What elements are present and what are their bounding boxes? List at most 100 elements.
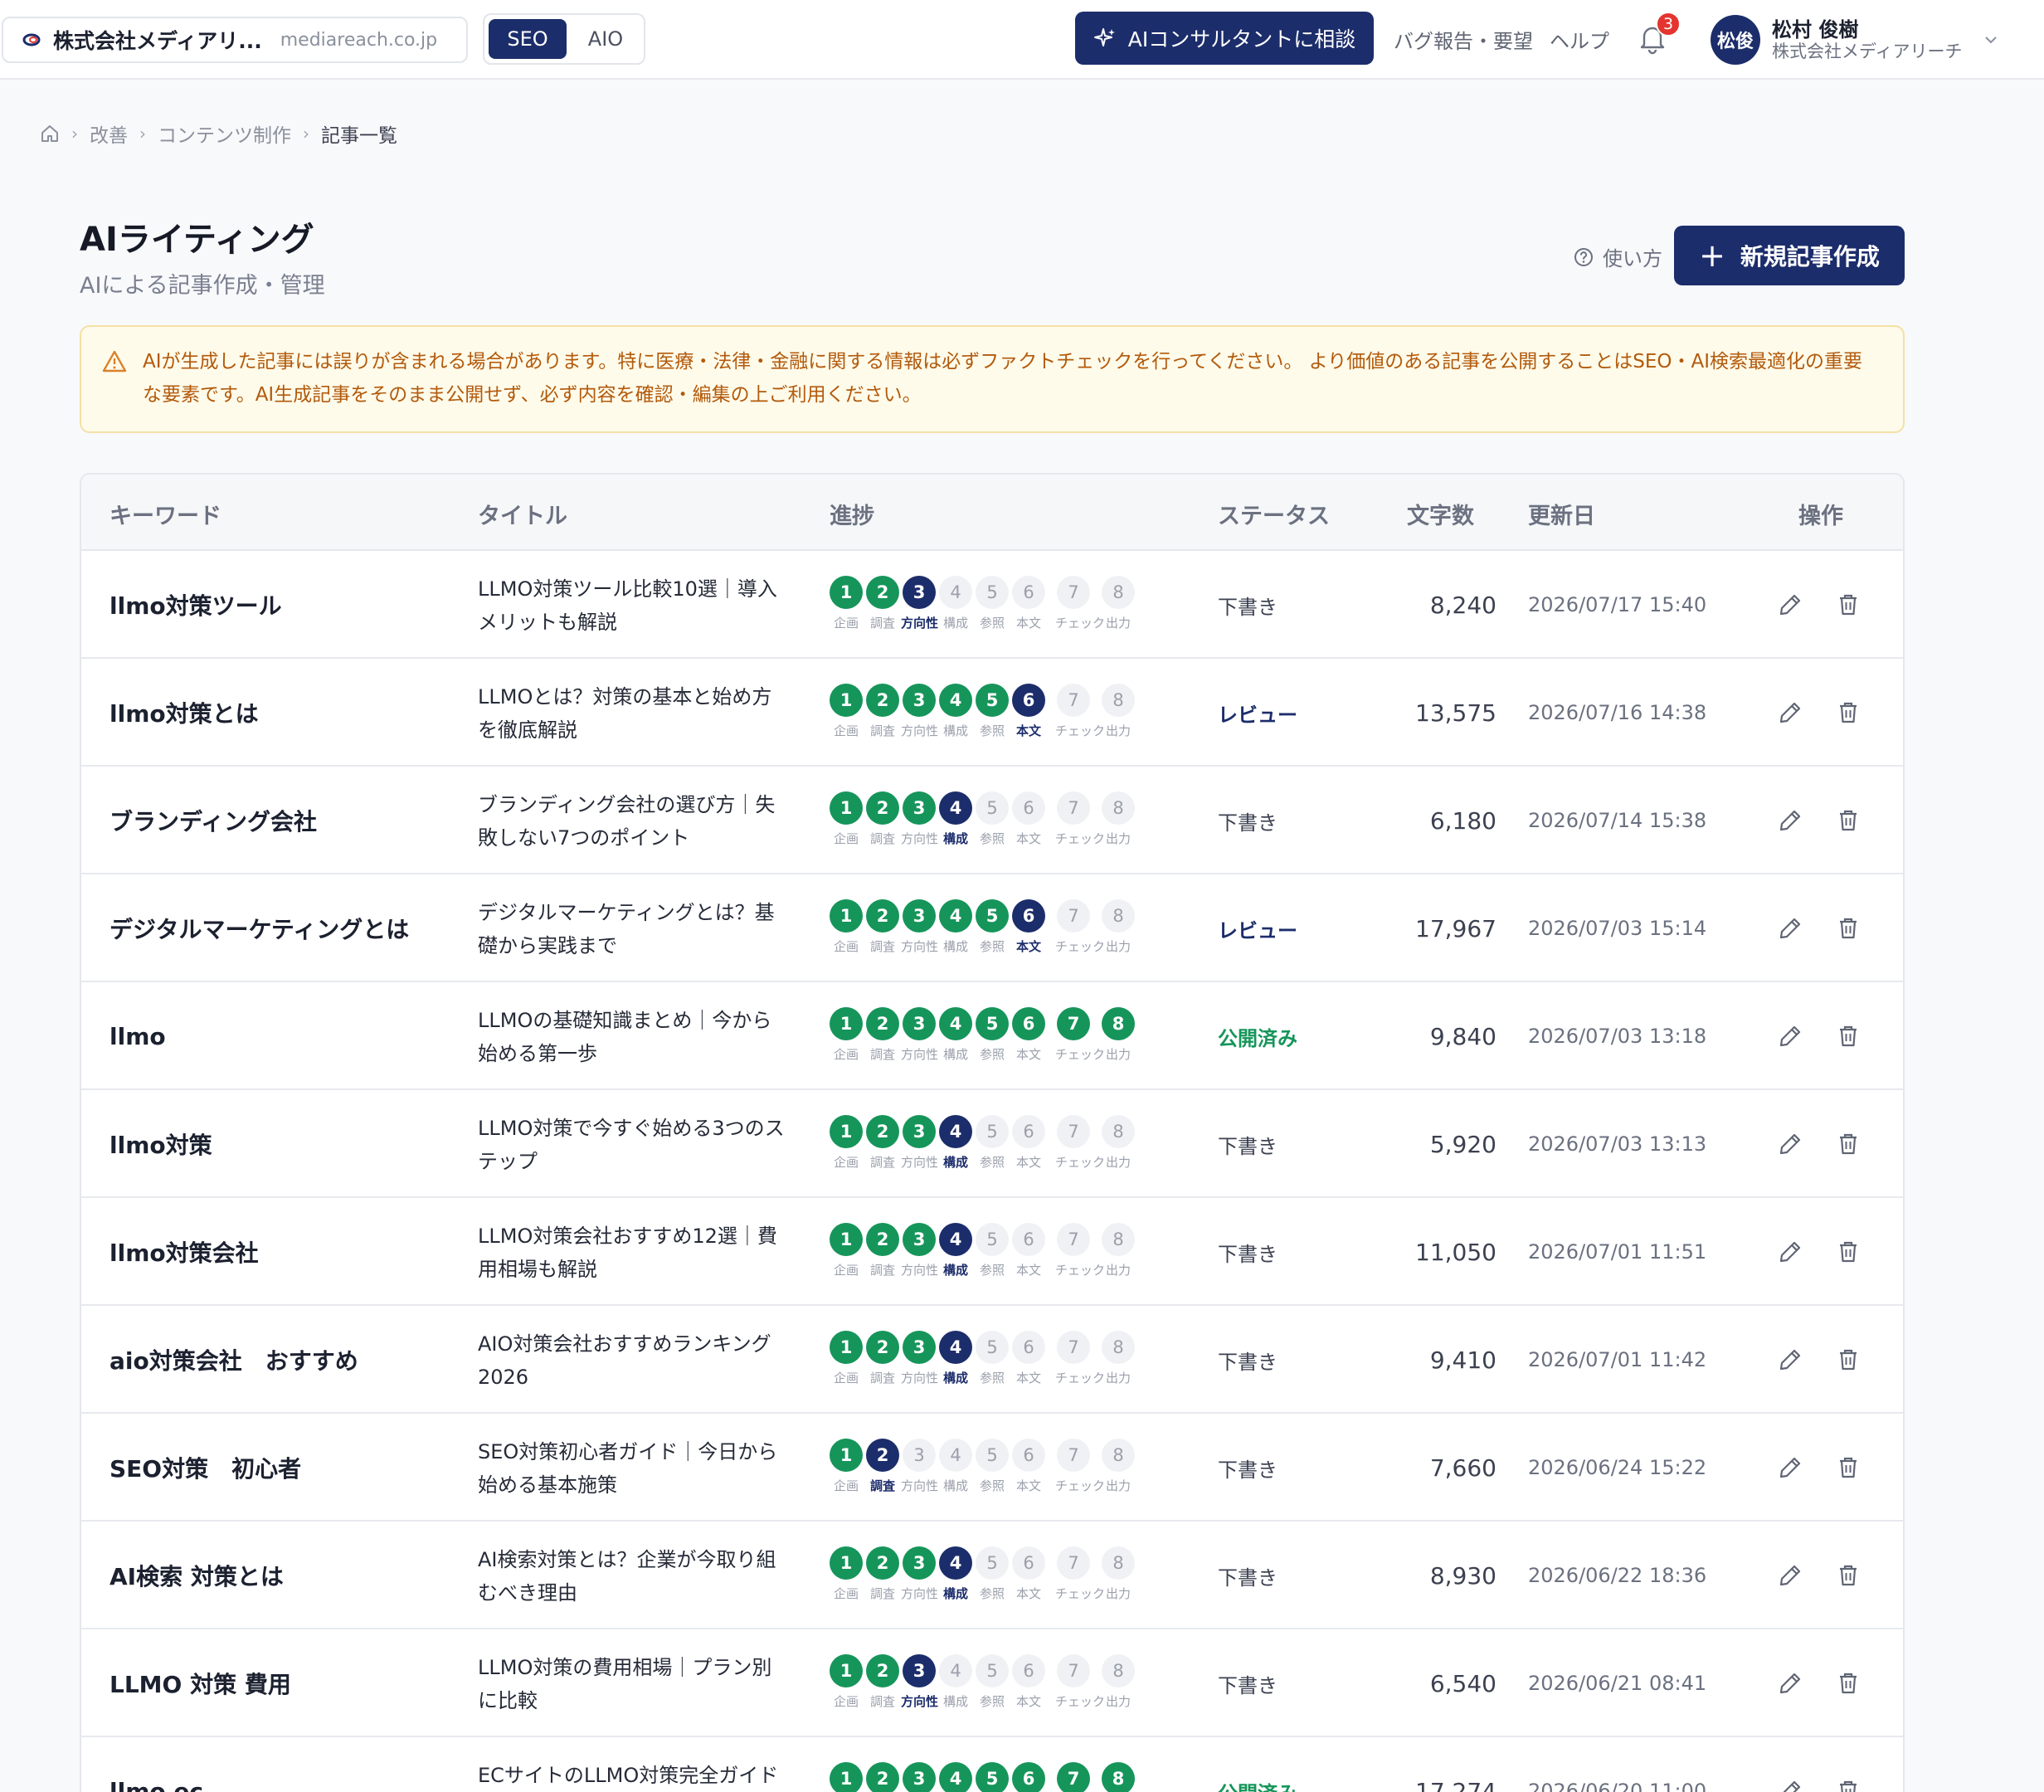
progress-step-circle: 4 — [939, 1115, 972, 1148]
progress-step: 1 企画 — [828, 684, 864, 739]
progress-step-label: チェック — [1055, 1047, 1106, 1062]
edit-pencil-icon[interactable] — [1777, 1562, 1803, 1589]
table-row[interactable]: llmo対策 LLMO対策で今すぐ始める3つのステップ 1 企画 2 調査 3 方向性 4 構成 5… — [81, 1090, 1903, 1198]
progress-step-circle: 5 — [976, 576, 1009, 609]
edit-pencil-icon[interactable] — [1777, 699, 1803, 726]
progress-step-label: チェック — [1055, 1371, 1106, 1385]
row-title[interactable]: SEO対策初心者ガイド｜今日から始める基本施策 — [478, 1435, 785, 1502]
progress-step-circle: 2 — [866, 1115, 899, 1148]
mode-aio-button[interactable]: AIO — [572, 19, 640, 59]
trash-icon[interactable] — [1835, 1778, 1862, 1792]
edit-pencil-icon[interactable] — [1777, 592, 1803, 618]
progress-step: 1 企画 — [828, 1546, 864, 1602]
progress-step: 3 方向性 — [901, 1223, 938, 1278]
progress-step-circle: 5 — [976, 1223, 1009, 1256]
progress-step-label: 本文 — [1015, 723, 1041, 738]
progress-step-label: 参照 — [979, 1586, 1005, 1601]
trash-icon[interactable] — [1835, 1454, 1862, 1481]
table-row[interactable]: llmo ec ECサイトのLLMO対策完全ガイド 1企画2調査3方向性4構成5参照… — [81, 1737, 1903, 1792]
edit-pencil-icon[interactable] — [1777, 1346, 1803, 1373]
column-header-progress[interactable]: 進捗 — [830, 498, 874, 530]
trash-icon[interactable] — [1835, 1131, 1862, 1157]
trash-icon[interactable] — [1835, 915, 1862, 942]
row-title[interactable]: LLMOの基礎知識まとめ｜今から始める第一歩 — [478, 1004, 785, 1070]
row-title[interactable]: LLMO対策会社おすすめ12選｜費用相場も解説 — [478, 1220, 785, 1286]
row-title[interactable]: LLMO対策ツール比較10選｜導入メリットも解説 — [478, 572, 785, 639]
status-badge: 下書き — [1218, 1350, 1278, 1374]
edit-pencil-icon[interactable] — [1777, 1131, 1803, 1157]
table-row[interactable]: ブランディング会社 ブランディング会社の選び方｜失敗しない7つのポイント 1 企画 2 調… — [81, 767, 1903, 874]
column-header-status[interactable]: ステータス — [1218, 498, 1330, 530]
column-header-updated[interactable]: 更新日 — [1528, 498, 1595, 530]
progress-step-label: 参照 — [979, 831, 1005, 846]
trash-icon[interactable] — [1835, 699, 1862, 726]
trash-icon[interactable] — [1835, 1562, 1862, 1589]
table-row[interactable]: llmo対策会社 LLMO対策会社おすすめ12選｜費用相場も解説 1 企画 2 調査 3 方向… — [81, 1198, 1903, 1306]
trash-icon[interactable] — [1835, 1023, 1862, 1049]
trash-icon[interactable] — [1835, 1346, 1862, 1373]
chevron-down-icon[interactable] — [1983, 32, 1999, 48]
progress-step-circle: 5 — [976, 1546, 1009, 1580]
edit-pencil-icon[interactable] — [1777, 1023, 1803, 1049]
progress-step-circle: 3 — [903, 1331, 936, 1364]
help-link[interactable]: ヘルプ — [1550, 25, 1609, 54]
row-title[interactable]: デジタルマーケティングとは？基礎から実践まで — [478, 896, 785, 962]
table-row[interactable]: デジタルマーケティングとは デジタルマーケティングとは？基礎から実践まで 1 企画 2 調… — [81, 874, 1903, 982]
progress-step: 5 参照 — [974, 1546, 1010, 1602]
progress-step: 4 構成 — [937, 1654, 974, 1710]
usage-help-link[interactable]: 使い方 — [1573, 242, 1662, 271]
progress-step-circle: 3 — [903, 576, 936, 609]
bug-report-link[interactable]: バグ報告・要望 — [1394, 25, 1533, 54]
row-title[interactable]: ブランディング会社の選び方｜失敗しない7つのポイント — [478, 788, 785, 855]
column-header-keyword[interactable]: キーワード — [110, 498, 221, 530]
breadcrumb-item-content[interactable]: コンテンツ制作 — [158, 119, 291, 148]
progress-step-label: 構成 — [942, 1047, 968, 1062]
table-row[interactable]: aio対策会社 おすすめ AIO対策会社おすすめランキング2026 1 企画 2 調査 3 方… — [81, 1306, 1903, 1414]
row-title[interactable]: ECサイトのLLMO対策完全ガイド — [478, 1759, 785, 1792]
progress-step: 3 方向性 — [901, 1439, 938, 1494]
status-badge: 下書き — [1218, 1134, 1278, 1158]
table-row[interactable]: llmo対策とは LLMOとは？対策の基本と始め方を徹底解説 1 企画 2 調査 3 方向性 4… — [81, 659, 1903, 767]
column-header-title[interactable]: タイトル — [478, 498, 567, 530]
breadcrumb-item-improvement[interactable]: 改善 — [90, 119, 128, 148]
progress-step-label: 出力 — [1105, 939, 1131, 954]
progress-step: 2 調査 — [864, 1439, 901, 1494]
progress-step: 4 構成 — [937, 576, 974, 631]
table-row[interactable]: llmo LLMOの基礎知識まとめ｜今から始める第一歩 1 企画 2 調査 3 方向性 4 構成 5… — [81, 982, 1903, 1090]
edit-pencil-icon[interactable] — [1777, 1670, 1803, 1697]
progress-step-circle: 7 — [1057, 1115, 1090, 1148]
progress-step-circle: 3 — [903, 684, 936, 717]
column-header-count[interactable]: 文字数 — [1407, 498, 1474, 530]
new-article-button[interactable]: + 新規記事作成 — [1674, 226, 1905, 285]
edit-pencil-icon[interactable] — [1777, 915, 1803, 942]
avatar[interactable]: 松俊 — [1711, 15, 1760, 65]
row-title[interactable]: LLMO対策で今すぐ始める3つのステップ — [478, 1112, 785, 1178]
progress-step-circle: 2 — [866, 1223, 899, 1256]
progress-step-circle: 2 — [866, 576, 899, 609]
mode-seo-button[interactable]: SEO — [489, 19, 567, 59]
trash-icon[interactable] — [1835, 1670, 1862, 1697]
table-row[interactable]: LLMO 対策 費用 LLMO対策の費用相場｜プラン別に比較 1 企画 2 調査 3 方向性 4… — [81, 1629, 1903, 1737]
edit-pencil-icon[interactable] — [1777, 807, 1803, 834]
row-title[interactable]: AI検索対策とは？企業が今取り組むべき理由 — [478, 1543, 785, 1609]
trash-icon[interactable] — [1835, 807, 1862, 834]
progress-step-label: 企画 — [833, 1586, 859, 1601]
row-title[interactable]: LLMO対策の費用相場｜プラン別に比較 — [478, 1651, 785, 1717]
progress-steps: 1 企画 2 調査 3 方向性4 構成 5 参照 6 本文 7 チェック 8 出力 — [828, 791, 1193, 850]
table-row[interactable]: llmo対策ツール LLMO対策ツール比較10選｜導入メリットも解説 1 企画 2 調査 3… — [81, 551, 1903, 659]
edit-pencil-icon[interactable] — [1777, 1454, 1803, 1481]
row-title[interactable]: AIO対策会社おすすめランキング2026 — [478, 1327, 785, 1394]
trash-icon[interactable] — [1835, 592, 1862, 618]
home-icon[interactable] — [40, 124, 60, 144]
organization-selector[interactable]: 株式会社メディアリ... mediareach.co.jp — [2, 17, 468, 63]
edit-pencil-icon[interactable] — [1777, 1778, 1803, 1792]
edit-pencil-icon[interactable] — [1777, 1239, 1803, 1265]
table-row[interactable]: SEO対策 初心者 SEO対策初心者ガイド｜今日から始める基本施策 1 企画 2 調査 3 方… — [81, 1414, 1903, 1522]
table-row[interactable]: AI検索 対策とは AI検索対策とは？企業が今取り組むべき理由 1 企画 2 調査 3 方向性… — [81, 1522, 1903, 1629]
trash-icon[interactable] — [1835, 1239, 1862, 1265]
row-title[interactable]: LLMOとは？対策の基本と始め方を徹底解説 — [478, 680, 785, 747]
ai-consultant-button[interactable]: AIコンサルタントに相談 — [1075, 12, 1374, 65]
progress-step-circle: 4 — [939, 1439, 972, 1472]
progress-step-label: 参照 — [979, 1047, 1005, 1062]
progress-step: 2 調査 — [864, 684, 901, 739]
